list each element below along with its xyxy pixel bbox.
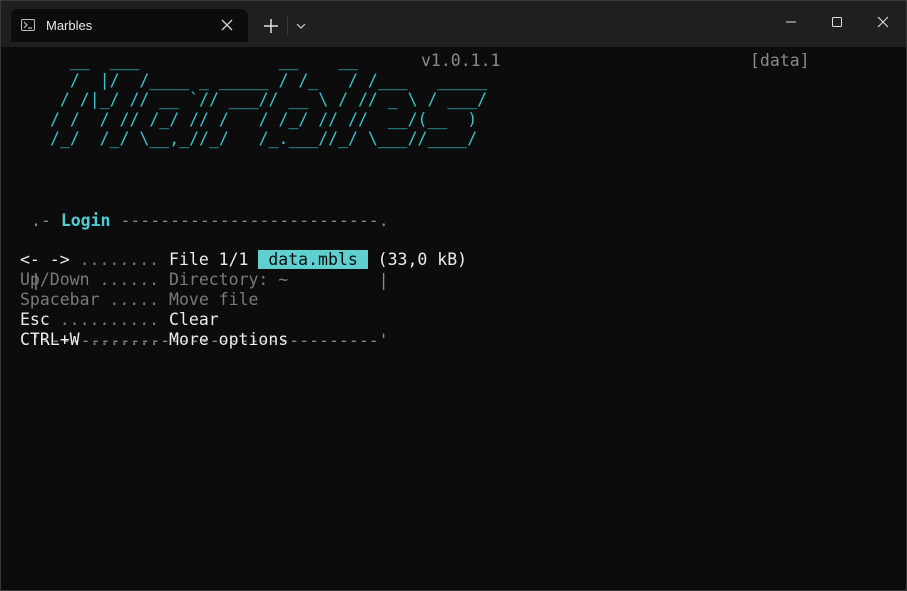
selected-file-chip[interactable]: data.mbls [258, 250, 368, 269]
key-row-clear: Esc .......... Clear [20, 310, 219, 330]
logo-line: / /|_/ // __ `// ___// __ \ / // _ \ / _… [50, 90, 488, 109]
powershell-icon [21, 19, 35, 31]
file-size: (33,0 kB) [367, 250, 468, 269]
key-action: Move file [169, 290, 259, 309]
key-label: Up/Down [20, 270, 90, 289]
dataset-label: [data] [750, 51, 810, 70]
title-bar: Marbles [1, 1, 906, 47]
login-title: Login [60, 211, 111, 230]
key-dots: ....... [79, 330, 170, 349]
key-dots: ...... [89, 270, 170, 289]
terminal-content[interactable]: __ ___ __ __ / |/ /____ _ _____ / /_ / /… [20, 47, 906, 590]
logo-line: /_/ /_/ \__,_//_/ /_.___//_/ \___//____/ [50, 129, 498, 148]
tab-separator [287, 17, 288, 35]
tab-title: Marbles [46, 18, 93, 33]
key-row-options: CTRL+W ....... More options [20, 330, 288, 350]
tab-marbles[interactable]: Marbles [11, 9, 248, 42]
minimize-icon[interactable] [779, 11, 803, 33]
key-action: Directory: ~ [169, 270, 289, 289]
logo-line: / / / // /_/ // / / /_/ // // __/(__ ) [50, 109, 488, 129]
login-box-corner: .- [31, 211, 61, 230]
logo-line: / |/ /____ _ _____ / /_ / /___ _____ [50, 70, 488, 90]
key-label: Esc [20, 310, 50, 329]
key-label: <- -> [20, 250, 70, 269]
chevron-down-icon[interactable] [292, 17, 310, 35]
key-action: More options [169, 330, 289, 349]
key-action: File 1/1 [169, 250, 249, 269]
key-label: Spacebar [20, 290, 100, 309]
close-tab-icon[interactable] [219, 17, 235, 33]
terminal-window: Marbles __ ___ __ __ / |/ /____ _ _____ … [0, 0, 907, 591]
key-row-directory: Up/Down ...... Directory: ~ [20, 270, 288, 290]
login-box-top: --------------------------. [110, 211, 389, 230]
key-action: Clear [169, 310, 219, 329]
key-label: CTRL+W [20, 330, 80, 349]
new-tab-plus-icon[interactable] [259, 15, 283, 37]
version-label: v1.0.1.1 [421, 51, 501, 70]
close-window-icon[interactable] [871, 11, 895, 33]
key-row-file: <- -> ........ File 1/1 data.mbls (33,0 … [20, 250, 467, 270]
key-dots: ..... [99, 290, 170, 309]
key-dots: ........ [69, 250, 170, 269]
maximize-icon[interactable] [825, 11, 849, 33]
key-dots: .......... [49, 310, 170, 329]
key-row-move: Spacebar ..... Move file [20, 290, 258, 310]
